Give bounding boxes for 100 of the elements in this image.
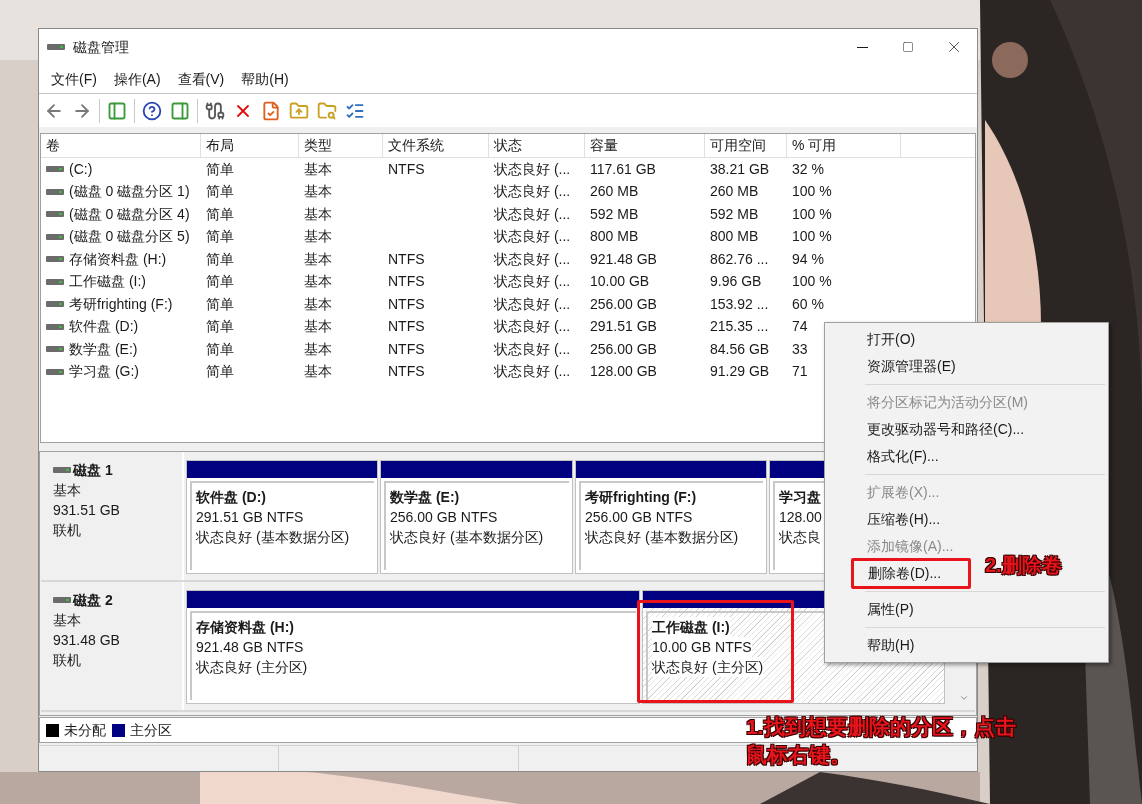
context-menu-item[interactable]: 格式化(F)...	[825, 443, 1108, 470]
help-icon	[142, 100, 162, 121]
table-cell-text: 状态良好 (...	[494, 317, 571, 337]
context-menu-item[interactable]: 打开(O)	[825, 326, 1108, 353]
disk-status: 联机	[53, 651, 82, 670]
table-cell-text: 260 MB	[590, 182, 639, 202]
partition-name: 软件盘 (D:)	[196, 488, 266, 507]
table-cell-text: 74	[792, 317, 808, 337]
menu-item[interactable]: 帮助(H)	[234, 65, 296, 93]
table-cell-text: 存储资料盘 (H:)	[69, 249, 167, 269]
table-cell-text: 33	[792, 339, 808, 359]
column-header[interactable]: 文件系统	[383, 134, 489, 157]
disk-status: 联机	[53, 521, 82, 540]
column-header[interactable]: 卷	[41, 134, 201, 157]
partition-name: 数学盘 (E:)	[390, 488, 460, 507]
table-cell-text: 简单	[206, 249, 234, 269]
drive-icon	[46, 165, 64, 174]
menu-item[interactable]: 操作(A)	[106, 65, 168, 93]
table-cell-text: 100 %	[792, 272, 832, 292]
column-header[interactable]: 容量	[585, 134, 705, 157]
partition-block[interactable]: 考研frighting (F:) 256.00 GB NTFS 状态良好 (基本数据分区)	[575, 460, 767, 574]
partition-block[interactable]: 数学盘 (E:) 256.00 GB NTFS 状态良好 (基本数据分区)	[380, 460, 573, 574]
document-check-button[interactable]	[260, 99, 282, 122]
panel-left-icon	[107, 100, 127, 121]
window-title: 磁盘管理	[73, 37, 129, 57]
table-cell-text: 基本	[304, 339, 332, 359]
column-header[interactable]: 布局	[201, 134, 299, 157]
table-cell-text: 84.56 GB	[710, 339, 770, 359]
table-cell-text: 800 MB	[710, 227, 759, 247]
table-cell-text: 基本	[304, 204, 332, 224]
table-cell-text: 基本	[304, 294, 332, 314]
table-cell-text: NTFS	[388, 159, 425, 179]
disk-name: 磁盘 1	[73, 461, 113, 480]
table-cell-text: 简单	[206, 204, 234, 224]
table-cell-text: 简单	[206, 272, 234, 292]
table-cell-text: 117.61 GB	[590, 159, 656, 179]
table-cell-text: 状态良好 (...	[494, 227, 571, 247]
table-cell-text: 数学盘 (E:)	[69, 339, 138, 359]
table-cell-text: NTFS	[388, 249, 425, 269]
table-cell-text: 94 %	[792, 249, 824, 269]
table-cell-text: NTFS	[388, 294, 425, 314]
table-cell-text: 简单	[206, 317, 234, 337]
table-cell-text: NTFS	[388, 317, 425, 337]
folder-up-icon	[289, 100, 309, 121]
table-cell-text: 10.00 GB	[590, 272, 650, 292]
table-cell-text: (磁盘 0 磁盘分区 5)	[69, 227, 190, 247]
maximize-icon	[902, 41, 914, 53]
table-cell-text: 800 MB	[590, 227, 639, 247]
partition-name: 存储资料盘 (H:)	[196, 618, 294, 637]
partition-status: 状态良	[779, 528, 821, 547]
drive-icon	[46, 367, 64, 376]
partition-status: 状态良好 (基本数据分区)	[390, 528, 544, 547]
table-cell-text: 简单	[206, 362, 234, 382]
column-header[interactable]: 类型	[299, 134, 383, 157]
disk-size: 931.51 GB	[53, 501, 121, 520]
legend-label: 主分区	[130, 720, 172, 740]
scroll-down-icon[interactable]	[959, 693, 969, 703]
table-cell-text: 128.00 GB	[590, 362, 657, 382]
table-cell-text: 38.21 GB	[710, 159, 770, 179]
partition-block[interactable]: 软件盘 (D:) 291.51 GB NTFS 状态良好 (基本数据分区)	[186, 460, 378, 574]
context-menu-item[interactable]: 资源管理器(E)	[825, 353, 1108, 380]
table-cell-text: 215.35 ...	[710, 317, 769, 337]
table-cell-text: 9.96 GB	[710, 272, 762, 292]
table-cell-text: NTFS	[388, 272, 425, 292]
table-cell-text: 工作磁盘 (I:)	[69, 272, 146, 292]
column-header[interactable]: 可用空间	[705, 134, 787, 157]
table-cell-text: 60 %	[792, 294, 824, 314]
partition-size: 256.00 GB NTFS	[390, 508, 498, 527]
disk-name: 磁盘 2	[73, 591, 113, 610]
partition-status: 状态良好 (主分区)	[652, 657, 764, 677]
table-cell-text: 基本	[304, 362, 332, 382]
context-menu-item[interactable]: 删除卷(D)...	[851, 558, 971, 589]
column-header[interactable]: 状态	[489, 134, 585, 157]
table-cell-text: 153.92 ...	[710, 294, 769, 314]
column-header[interactable]: % 可用	[787, 134, 901, 157]
partition-block[interactable]: 存储资料盘 (H:) 921.48 GB NTFS 状态良好 (主分区)	[186, 590, 640, 704]
partition-status: 状态良好 (主分区)	[196, 658, 308, 677]
menu-item[interactable]: 文件(F)	[44, 65, 104, 93]
partition-name: 工作磁盘 (I:)	[652, 617, 730, 637]
partition-size: 128.00	[779, 508, 822, 527]
context-menu-item[interactable]: 压缩卷(H)...	[825, 506, 1108, 533]
connector-icon	[205, 100, 225, 121]
help-button[interactable]	[141, 99, 163, 122]
table-cell-text: 简单	[206, 227, 234, 247]
table-cell-text: 基本	[304, 249, 332, 269]
drive-icon	[46, 255, 64, 264]
disk-type: 基本	[53, 481, 82, 500]
table-cell-text: 状态良好 (...	[494, 339, 571, 359]
table-cell-text: 状态良好 (...	[494, 272, 571, 292]
table-cell-text: 简单	[206, 294, 234, 314]
table-cell-text: 状态良好 (...	[494, 294, 571, 314]
table-cell-text: 260 MB	[710, 182, 759, 202]
menu-item[interactable]: 查看(V)	[170, 65, 232, 93]
context-menu-item[interactable]: 更改驱动器号和路径(C)...	[825, 416, 1108, 443]
drive-icon	[46, 232, 64, 241]
partition-name: 学习盘	[779, 488, 821, 507]
table-cell-text: 简单	[206, 182, 234, 202]
table-cell-text: 基本	[304, 317, 332, 337]
table-cell-text: 考研frighting (F:)	[69, 294, 173, 314]
table-cell-text: 256.00 GB	[590, 339, 657, 359]
